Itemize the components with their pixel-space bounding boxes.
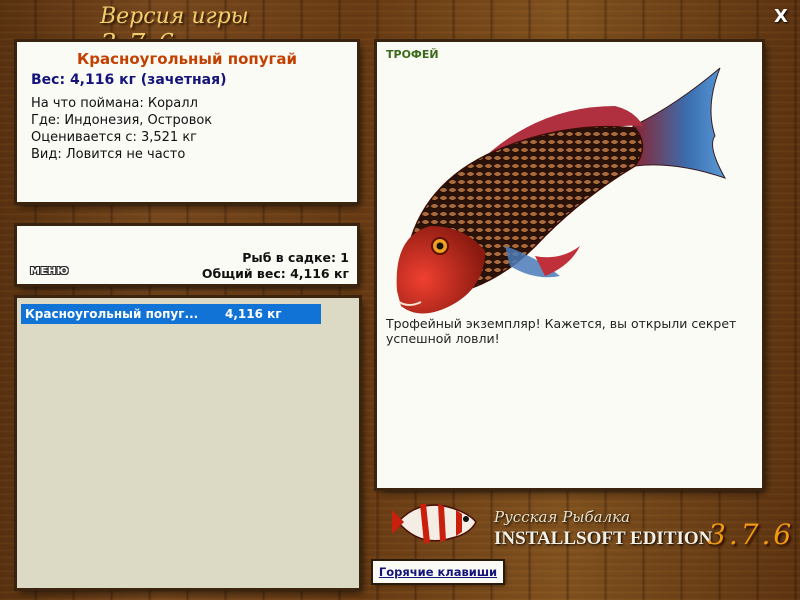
caught-on: На что поймана: Коралл [31, 96, 198, 111]
brand-version: 3.7.6 [708, 518, 795, 551]
brand-title: Русская Рыбалка [494, 508, 631, 526]
fish-weight: Вес: 4,116 кг (зачетная) [31, 72, 227, 88]
species-rarity: Вид: Ловится не часто [31, 147, 186, 162]
fish-info-panel: Красноугольный попугай Вес: 4,116 кг (за… [17, 42, 357, 202]
brand-edition: INSTALLSOFT EDITION [494, 528, 713, 549]
trophy-label: ТРОФЕЙ [386, 48, 439, 61]
list-item[interactable]: Красноугольный попуг... 4,116 кг [21, 304, 321, 324]
trophy-panel: ТРОФЕЙ Трофейный экземпляр! Кажется, вы … [377, 42, 762, 488]
title-prefix: Версия игры [100, 4, 249, 29]
list-item-name: Красноугольный попуг... [25, 307, 199, 321]
fish-name: Красноугольный попугай [76, 50, 297, 68]
menu-button[interactable]: МЕНЮ [30, 266, 78, 282]
valued-from: Оценивается с: 3,521 кг [31, 130, 198, 145]
hotkeys-button[interactable]: Горячие клавиши [373, 561, 503, 583]
catch-list: Красноугольный попуг... 4,116 кг [17, 298, 359, 588]
close-button[interactable]: X [770, 6, 792, 28]
list-item-weight: 4,116 кг [225, 307, 282, 321]
trophy-message: Трофейный экземпляр! Кажется, вы открыли… [386, 316, 737, 346]
total-weight: Общий вес: 4,116 кг [201, 266, 349, 281]
caught-where: Где: Индонезия, Островок [31, 113, 213, 128]
parrotfish-image [396, 67, 727, 314]
window-title: Версия игры 3.7.6 [100, 4, 300, 59]
fish-count: Рыб в садке: 1 [242, 250, 349, 265]
logo-fish-icon [392, 504, 477, 544]
